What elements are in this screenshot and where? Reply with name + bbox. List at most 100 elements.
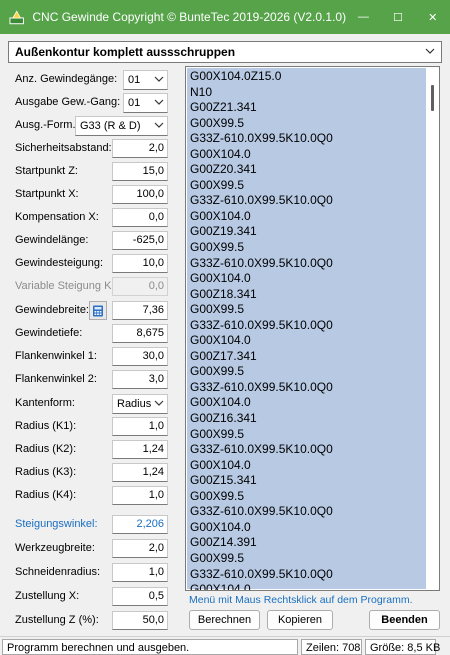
program-line: G00X99.5: [190, 488, 245, 503]
zustellung-z-label: Zustellung Z (%):: [15, 614, 99, 626]
program-line: G00X104.0: [190, 333, 251, 348]
gewindetiefe-input[interactable]: 8,675: [112, 324, 168, 343]
close-button[interactable]: ✕: [415, 0, 450, 34]
row-schneidenradius: Schneidenradius: 1,0: [0, 562, 185, 584]
program-line: G00X104.0: [190, 582, 251, 591]
title-bar: CNC Gewinde Copyright © BunteTec 2019-20…: [0, 0, 450, 34]
sicherheitsabstand-input[interactable]: 2,0: [112, 139, 168, 158]
gewindebreite-input[interactable]: 7,36: [112, 301, 168, 320]
program-line: G00Z21.341: [190, 100, 257, 115]
program-line: G00Z20.341: [190, 162, 257, 177]
minimize-button[interactable]: —: [346, 0, 381, 34]
row-ausg-form: Ausg.-Form.: G33 (R & D): [0, 115, 185, 137]
program-output[interactable]: G00X104.0Z15.0 N10 G00Z21.341 G00X99.5 G33Z-…: [185, 66, 440, 591]
gewindelaenge-input[interactable]: -625,0: [112, 231, 168, 250]
program-line: G00X99.5: [190, 550, 245, 565]
row-radius-k2: Radius (K2): 1,24: [0, 439, 185, 461]
anz-gewindegaenge-label: Anz. Gewindegänge:: [15, 73, 118, 85]
mode-dropdown[interactable]: Außenkontur komplett aussschruppen: [8, 41, 442, 63]
radius-k4-input[interactable]: 1,0: [112, 486, 168, 505]
berechnen-button[interactable]: Berechnen: [189, 610, 260, 630]
kompensation-x-label: Kompensation X:: [15, 211, 99, 223]
maximize-button[interactable]: ☐: [381, 0, 416, 34]
row-kompensation-x: Kompensation X: 0,0: [0, 207, 185, 229]
program-line: G00X99.5: [190, 426, 245, 441]
zustellung-x-label: Zustellung X:: [15, 590, 80, 602]
kopieren-button[interactable]: Kopieren: [267, 610, 333, 630]
ausgabe-gew-gang-dropdown[interactable]: 01: [123, 93, 168, 113]
row-startpunkt-x: Startpunkt X: 100,0: [0, 184, 185, 206]
program-line: G00X99.5: [190, 115, 245, 130]
row-zustellung-x: Zustellung X: 0,5: [0, 586, 185, 608]
startpunkt-z-input[interactable]: 15,0: [112, 162, 168, 181]
radius-k3-input[interactable]: 1,24: [112, 463, 168, 482]
window-title: CNC Gewinde Copyright © BunteTec 2019-20…: [32, 10, 347, 24]
program-line: G00Z16.341: [190, 411, 257, 426]
program-line: G00X99.5: [190, 177, 245, 192]
flankenwinkel-1-label: Flankenwinkel 1:: [15, 350, 97, 362]
row-zustellung-z: Zustellung Z (%): 50,0: [0, 610, 185, 632]
scrollbar-thumb[interactable]: [431, 85, 434, 111]
program-line: G00X104.0: [190, 271, 251, 286]
program-lines: G00X104.0Z15.0 N10 G00Z21.341 G00X99.5 G33Z-…: [190, 69, 333, 591]
gewindelaenge-label: Gewindelänge:: [15, 234, 89, 246]
row-ausgabe-gew-gang: Ausgabe Gew.-Gang: 01: [0, 92, 185, 114]
row-radius-k4: Radius (K4): 1,0: [0, 485, 185, 507]
program-line: G00Z15.341: [190, 473, 257, 488]
gewindetiefe-label: Gewindetiefe:: [15, 327, 83, 339]
row-werkzeugbreite: Werkzeugbreite: 2,0: [0, 538, 185, 560]
flankenwinkel-2-input[interactable]: 3,0: [112, 370, 168, 389]
program-line: G00X104.0: [190, 208, 251, 223]
werkzeugbreite-label: Werkzeugbreite:: [15, 542, 95, 554]
startpunkt-z-label: Startpunkt Z:: [15, 165, 78, 177]
program-line: G00X99.5: [190, 302, 245, 317]
startpunkt-x-input[interactable]: 100,0: [112, 185, 168, 204]
program-hint: Menü mit Maus Rechtsklick auf dem Progra…: [189, 594, 413, 606]
kompensation-x-input[interactable]: 0,0: [112, 208, 168, 227]
ausg-form-label: Ausg.-Form.:: [15, 119, 79, 131]
beenden-button[interactable]: Beenden: [369, 610, 440, 630]
row-flankenwinkel-2: Flankenwinkel 2: 3,0: [0, 369, 185, 391]
zustellung-x-input[interactable]: 0,5: [112, 587, 168, 606]
zustellung-z-input[interactable]: 50,0: [112, 611, 168, 630]
kantenform-dropdown[interactable]: Radius: [112, 394, 168, 414]
row-radius-k1: Radius (K1): 1,0: [0, 416, 185, 438]
program-line: G00Z14.391: [190, 535, 257, 550]
chevron-down-icon: [425, 48, 435, 54]
program-line: G00X104.0: [190, 519, 251, 534]
calculator-button[interactable]: [89, 301, 107, 320]
radius-k2-input[interactable]: 1,24: [112, 440, 168, 459]
calculator-icon: [93, 305, 103, 316]
steigungswinkel-value: 2,206: [112, 515, 168, 534]
chevron-down-icon: [154, 99, 164, 105]
row-steigungswinkel: Steigungswinkel: 2,206: [0, 514, 185, 536]
flankenwinkel-1-input[interactable]: 30,0: [112, 347, 168, 366]
program-line: G00X104.0Z15.0: [190, 69, 282, 83]
mode-dropdown-value: Außenkontur komplett aussschruppen: [15, 45, 236, 59]
row-kantenform: Kantenform: Radius: [0, 393, 185, 415]
radius-k1-input[interactable]: 1,0: [112, 417, 168, 436]
radius-k1-label: Radius (K1):: [15, 420, 77, 432]
row-startpunkt-z: Startpunkt Z: 15,0: [0, 161, 185, 183]
ausgabe-gew-gang-label: Ausgabe Gew.-Gang:: [15, 96, 121, 108]
program-line: G00X99.5: [190, 240, 245, 255]
steigungswinkel-label: Steigungswinkel:: [15, 518, 98, 530]
app-icon: [9, 10, 24, 25]
program-line: G00X104.0: [190, 395, 251, 410]
status-message: Programm berechnen und ausgeben.: [2, 639, 298, 655]
chevron-down-icon: [154, 122, 164, 128]
program-line: G00X99.5: [190, 364, 245, 379]
program-line: G33Z-610.0X99.5K10.0Q0: [190, 131, 333, 146]
row-gewindesteigung: Gewindesteigung: 10,0: [0, 253, 185, 275]
sicherheitsabstand-label: Sicherheitsabstand:: [15, 142, 112, 154]
program-line: G00Z19.341: [190, 224, 257, 239]
gewindesteigung-input[interactable]: 10,0: [112, 254, 168, 273]
anz-gewindegaenge-dropdown[interactable]: 01: [123, 70, 168, 90]
gewindesteigung-label: Gewindesteigung:: [15, 257, 104, 269]
program-scrollbar[interactable]: [427, 67, 439, 590]
ausg-form-dropdown[interactable]: G33 (R & D): [75, 116, 168, 136]
schneidenradius-input[interactable]: 1,0: [112, 563, 168, 582]
radius-k4-label: Radius (K4):: [15, 489, 77, 501]
program-line: N10: [190, 84, 213, 99]
werkzeugbreite-input[interactable]: 2,0: [112, 539, 168, 558]
